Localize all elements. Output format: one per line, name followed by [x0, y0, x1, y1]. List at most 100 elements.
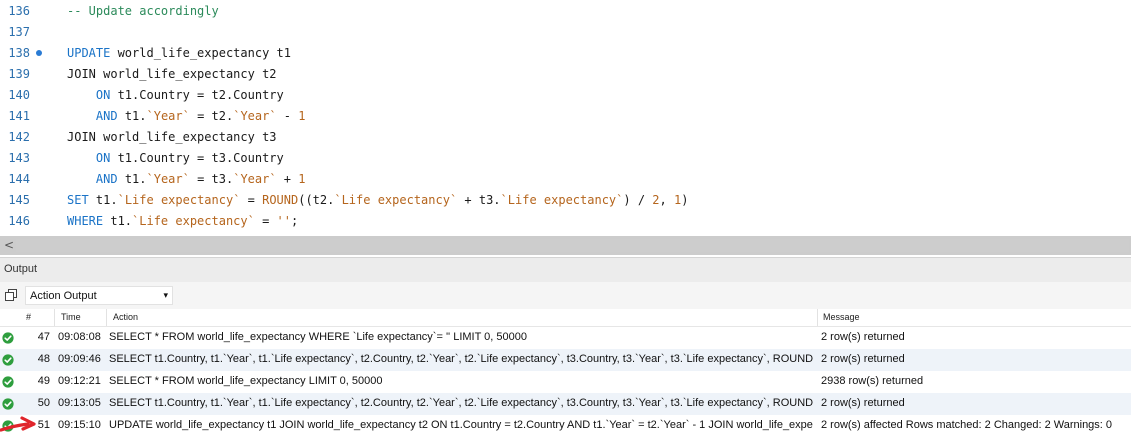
code-text: WHERE t1.`Life expectancy` = ''; [67, 211, 298, 232]
line-number: 145 [8, 193, 30, 207]
line-number: 144 [8, 172, 30, 186]
grid-header: # Time Action Message [0, 309, 1131, 327]
code-token: + [276, 172, 299, 186]
output-toolbar: Action Output ▾ [0, 282, 1131, 309]
code-text: JOIN world_life_expectancy t3 [67, 127, 277, 148]
code-line[interactable]: 143 ON t1.Country = t3.Country [0, 148, 1131, 169]
copy-icon[interactable] [5, 289, 17, 301]
column-header-action[interactable]: Action [113, 312, 138, 322]
code-text: -- Update accordingly [67, 1, 219, 22]
code-token: ) / [623, 193, 653, 207]
statement-marker-icon [36, 50, 42, 56]
code-token: t1. [88, 193, 118, 207]
code-token: JOIN world_life_expectancy t2 [67, 67, 277, 81]
column-divider[interactable] [54, 309, 55, 326]
column-header-message[interactable]: Message [823, 312, 860, 322]
code-text: AND t1.`Year` = t2.`Year` - 1 [67, 106, 306, 127]
row-time: 09:08:08 [58, 331, 101, 343]
sql-editor[interactable]: 136 -- Update accordingly 137 138 UPDATE wor… [0, 0, 1131, 236]
table-row[interactable]: 50 09:13:05 SELECT t1.Country, t1.`Year`, … [0, 393, 1131, 415]
row-time: 09:13:05 [58, 397, 101, 409]
code-token: , [659, 193, 674, 207]
code-token: ((t2. [298, 193, 335, 207]
code-token: `Year` [146, 172, 190, 186]
code-token: 1 [298, 109, 306, 123]
row-number: 49 [37, 375, 50, 387]
row-time: 09:12:21 [58, 375, 101, 387]
row-action: SELECT * FROM world_life_expectancy LIMI… [109, 375, 383, 387]
code-token: ROUND [262, 193, 299, 207]
code-token: UPDATE [67, 46, 111, 60]
scroll-left-arrow-icon[interactable]: < [4, 238, 14, 252]
output-panel-header: Output [0, 257, 1131, 282]
table-row[interactable]: 49 09:12:21 SELECT * FROM world_life_expec… [0, 371, 1131, 393]
code-token: ON [95, 151, 111, 165]
code-line[interactable]: 142 JOIN world_life_expectancy t3 [0, 127, 1131, 148]
table-row[interactable]: 51 09:15:10 UPDATE world_life_expectancy t… [0, 415, 1131, 437]
code-token: + t3. [457, 193, 501, 207]
code-token: `Year` [233, 109, 277, 123]
code-line[interactable]: 138 UPDATE world_life_expectancy t1 [0, 43, 1131, 64]
row-message: 2 row(s) returned [821, 331, 905, 343]
code-token: AND [95, 172, 118, 186]
code-token: t1. [117, 109, 147, 123]
line-number: 140 [8, 88, 30, 102]
code-line[interactable]: 146 WHERE t1.`Life expectancy` = ''; [0, 211, 1131, 232]
chevron-down-icon: ▾ [163, 290, 168, 300]
line-number: 139 [8, 67, 30, 81]
row-action: SELECT t1.Country, t1.`Year`, t1.`Life e… [109, 397, 813, 409]
line-number: 141 [8, 109, 30, 123]
success-check-icon [2, 376, 14, 388]
row-time: 09:09:46 [58, 353, 101, 365]
code-token: = t2. [189, 109, 234, 123]
code-token: WHERE [67, 214, 104, 228]
action-output-grid: # Time Action Message 47 09:08:08 SELECT *… [0, 309, 1131, 443]
code-line[interactable]: 145 SET t1.`Life expectancy` = ROUND((t2.… [0, 190, 1131, 211]
code-token: t1. [117, 172, 147, 186]
code-token: t1. [103, 214, 133, 228]
code-line[interactable]: 136 -- Update accordingly [0, 1, 1131, 22]
success-check-icon [2, 398, 14, 410]
code-text: JOIN world_life_expectancy t2 [67, 64, 277, 85]
code-token: `Life expectancy` [132, 214, 255, 228]
code-token: AND [95, 109, 118, 123]
code-token: = [240, 193, 263, 207]
row-number: 50 [37, 397, 50, 409]
row-number: 48 [37, 353, 50, 365]
row-action: UPDATE world_life_expectancy t1 JOIN wor… [109, 419, 813, 431]
column-divider[interactable] [817, 309, 818, 326]
code-line[interactable]: 141 AND t1.`Year` = t2.`Year` - 1 [0, 106, 1131, 127]
code-line[interactable]: 139 JOIN world_life_expectancy t2 [0, 64, 1131, 85]
code-token: t1.Country = t3.Country [110, 151, 284, 165]
success-check-icon [2, 354, 14, 366]
code-text: UPDATE world_life_expectancy t1 [67, 43, 291, 64]
code-token: ON [95, 88, 111, 102]
code-line[interactable]: 137 [0, 22, 1131, 43]
table-row[interactable]: 47 09:08:08 SELECT * FROM world_life_expec… [0, 327, 1131, 349]
line-number: 137 [8, 25, 30, 39]
output-type-select[interactable]: Action Output ▾ [25, 286, 173, 305]
code-token: world_life_expectancy t1 [110, 46, 291, 60]
column-header-number[interactable]: # [26, 312, 31, 322]
column-divider[interactable] [106, 309, 107, 326]
row-time: 09:15:10 [58, 419, 101, 431]
code-line[interactable]: 144 AND t1.`Year` = t3.`Year` + 1 [0, 169, 1131, 190]
row-message: 2938 row(s) returned [821, 375, 924, 387]
code-token: - [276, 109, 299, 123]
row-message: 2 row(s) returned [821, 353, 905, 365]
table-row[interactable]: 48 09:09:46 SELECT t1.Country, t1.`Year`, … [0, 349, 1131, 371]
column-header-time[interactable]: Time [61, 312, 81, 322]
code-token: JOIN world_life_expectancy t3 [67, 130, 277, 144]
code-line[interactable]: 140 ON t1.Country = t2.Country [0, 85, 1131, 106]
row-action: SELECT t1.Country, t1.`Year`, t1.`Life e… [109, 353, 813, 365]
line-number: 146 [8, 214, 30, 228]
code-token: SET [67, 193, 89, 207]
code-token: -- Update accordingly [67, 4, 219, 18]
line-number: 136 [8, 4, 30, 18]
code-token: ; [291, 214, 299, 228]
horizontal-scrollbar[interactable]: < [0, 236, 1131, 255]
scrollbar-thumb[interactable] [16, 239, 1129, 252]
code-text: ON t1.Country = t3.Country [67, 148, 284, 169]
